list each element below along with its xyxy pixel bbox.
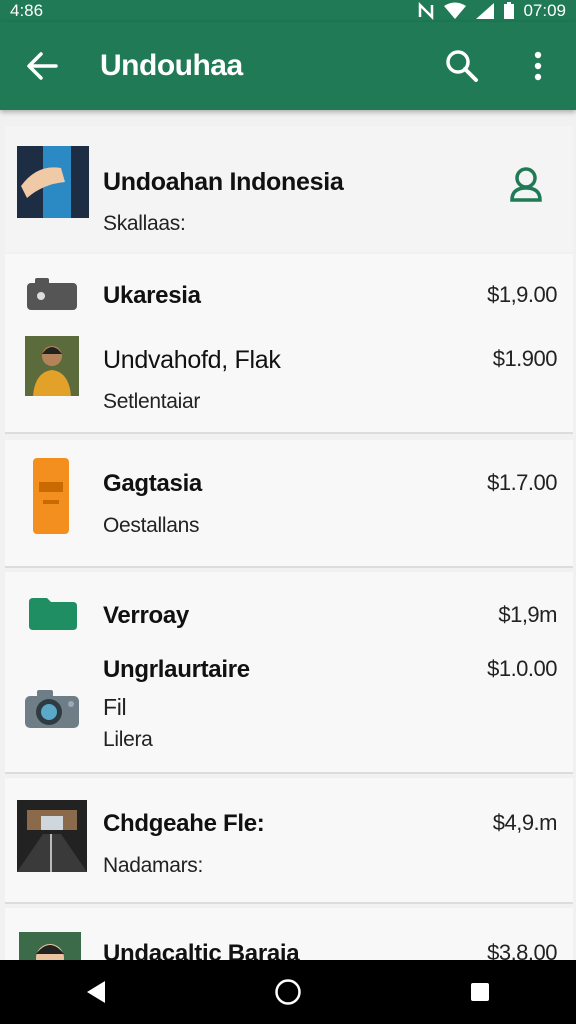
more-options-button[interactable] [500, 22, 576, 110]
app-title: Undouhaa [100, 49, 243, 82]
signal-icon [476, 3, 495, 19]
item-subtitle: Setlentaiar [103, 390, 201, 413]
item-price: $1,9.00 [487, 282, 557, 307]
circle-home-icon [275, 979, 301, 1005]
list-item[interactable]: Ungrlaurtaire $1.0.00 Fil Lilera [5, 642, 573, 774]
status-icons: 07:09 [417, 1, 566, 21]
search-icon [446, 50, 478, 82]
camera-lens-thumbnail [23, 688, 81, 732]
item-price: $3.8.00 [487, 940, 557, 960]
item-price: $1.0.00 [487, 656, 557, 681]
header-title: Undoahan Indonesia [103, 168, 344, 196]
folder-thumbnail [29, 598, 77, 630]
status-bar: 4:86 07:09 [0, 0, 576, 22]
nav-back-button[interactable] [56, 960, 136, 1024]
item-title: Ukaresia [103, 282, 201, 309]
wifi-icon [444, 2, 467, 19]
status-time-right: 07:09 [523, 1, 566, 20]
item-line2: Lilera [103, 728, 153, 751]
list-item[interactable]: Verroay $1,9m [5, 572, 573, 642]
list-item-group-1: Ukaresia $1,9.00 Undvahofd, Flak $1.900 … [5, 254, 573, 434]
item-list: Undoahan Indonesia Skallaas: Ukaresia $1… [0, 112, 576, 960]
list-item[interactable]: Gagtasia $1.7.00 Oestallans [5, 440, 573, 568]
person-thumbnail-2 [19, 932, 81, 960]
item-price: $1,9m [498, 602, 557, 627]
nfc-icon [419, 2, 434, 20]
phone-thumbnail [33, 458, 69, 534]
person-button[interactable] [509, 166, 543, 207]
more-vert-icon [534, 51, 542, 81]
status-time-left: 4:86 [10, 1, 44, 20]
list-item[interactable]: Ukaresia $1,9.00 [5, 254, 573, 324]
item-subtitle: Nadamars: [103, 854, 204, 877]
list-item-group-2: Verroay $1,9m Ungrlaurtaire $1.0.00 Fil … [5, 572, 573, 774]
header-thumbnail [17, 146, 89, 218]
search-button[interactable] [424, 22, 500, 110]
item-price: $4,9.m [492, 810, 558, 835]
item-title: Ungrlaurtaire [103, 656, 250, 683]
item-title: Undacaltic Baraia [103, 940, 300, 960]
item-price: $1.7.00 [487, 470, 557, 495]
square-recents-icon [471, 983, 489, 1001]
item-line1: Fil [103, 694, 127, 720]
item-title: Chdgeahe Fle: [103, 810, 265, 837]
battery-icon [504, 2, 515, 19]
header-card[interactable]: Undoahan Indonesia Skallaas: [5, 126, 573, 252]
list-item[interactable]: Chdgeahe Fle: $4,9.m Nadamars: [5, 778, 573, 904]
person-icon [510, 167, 542, 202]
room-thumbnail [17, 800, 87, 872]
navigation-bar [0, 960, 576, 1024]
arrow-back-icon [27, 52, 58, 80]
person-thumbnail [25, 336, 79, 396]
camera-thumbnail [27, 278, 77, 310]
item-title: Gagtasia [103, 470, 202, 497]
header-subtitle: Skallaas: [103, 212, 186, 235]
item-title: Undvahofd, Flak [103, 346, 281, 374]
nav-home-button[interactable] [248, 960, 328, 1024]
back-button[interactable] [0, 22, 84, 110]
list-item[interactable]: Undacaltic Baraia $3.8.00 [5, 908, 573, 960]
nav-recents-button[interactable] [440, 960, 520, 1024]
list-item[interactable]: Undvahofd, Flak $1.900 Setlentaiar [5, 324, 573, 434]
triangle-back-icon [87, 981, 105, 1003]
item-subtitle: Oestallans [103, 514, 200, 537]
app-bar: Undouhaa [0, 22, 576, 110]
item-price: $1.900 [492, 346, 558, 371]
item-title: Verroay [103, 602, 189, 629]
